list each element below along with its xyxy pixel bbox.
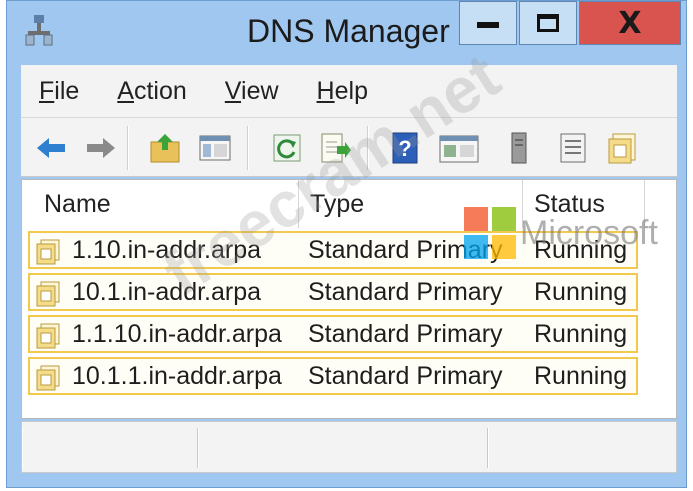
zone-icon	[36, 239, 60, 265]
close-icon: X	[618, 5, 642, 41]
properties-icon[interactable]	[437, 130, 481, 166]
svg-text:?: ?	[398, 136, 411, 161]
forward-icon[interactable]	[83, 130, 119, 166]
maximize-button[interactable]	[519, 1, 577, 45]
dns-manager-app-icon	[25, 15, 53, 46]
help-icon[interactable]: ?	[387, 130, 423, 166]
show-hide-tree-icon[interactable]	[197, 130, 233, 166]
toolbar-separator	[127, 126, 129, 170]
zone-type: Standard Primary	[308, 320, 503, 348]
zone-status: Running	[534, 362, 628, 390]
export-list-icon[interactable]	[317, 130, 353, 166]
zone-name: 1.10.in-addr.arpa	[72, 236, 262, 264]
menu-view[interactable]: View	[225, 77, 279, 106]
close-button[interactable]: X	[579, 1, 681, 45]
microsoft-logo-watermark	[464, 207, 516, 259]
minimize-button[interactable]	[459, 1, 517, 45]
menu-bar: File Action View Help	[21, 65, 677, 117]
zone-name: 10.1.in-addr.arpa	[72, 278, 262, 306]
status-pane	[488, 428, 677, 468]
status-pane	[22, 428, 198, 468]
back-icon[interactable]	[33, 130, 69, 166]
zone-icon	[36, 281, 60, 307]
toolbar-separator	[367, 126, 369, 170]
list-icon[interactable]	[555, 130, 591, 166]
maximize-icon	[537, 14, 559, 32]
menu-file[interactable]: File	[39, 77, 79, 106]
status-bar	[21, 421, 677, 473]
microsoft-watermark-text: Microsoft	[520, 214, 658, 252]
zone-icon	[36, 365, 60, 391]
menu-help[interactable]: Help	[317, 77, 368, 106]
toolbar: ?	[21, 117, 677, 177]
minimize-icon	[477, 22, 499, 28]
zone-status: Running	[534, 320, 628, 348]
column-header-name[interactable]: Name	[44, 190, 111, 219]
window-title: DNS Manager	[247, 13, 450, 49]
zone-status: Running	[534, 278, 628, 306]
server-icon[interactable]	[507, 130, 531, 166]
toolbar-separator	[247, 126, 249, 170]
column-divider[interactable]	[298, 180, 299, 228]
zone-icon	[36, 323, 60, 349]
table-row[interactable]: 1.1.10.in-addr.arpa Standard Primary Run…	[28, 315, 638, 353]
status-pane	[198, 428, 488, 468]
zone-name: 10.1.1.in-addr.arpa	[72, 362, 282, 390]
up-folder-icon[interactable]	[147, 130, 183, 166]
zone-type: Standard Primary	[308, 278, 503, 306]
table-row[interactable]: 10.1.in-addr.arpa Standard Primary Runni…	[28, 273, 638, 311]
table-row[interactable]: 10.1.1.in-addr.arpa Standard Primary Run…	[28, 357, 638, 395]
column-header-type[interactable]: Type	[310, 190, 364, 219]
menu-action[interactable]: Action	[117, 77, 187, 106]
zone-folder-icon[interactable]	[605, 130, 641, 166]
zone-type: Standard Primary	[308, 362, 503, 390]
title-bar[interactable]: DNS Manager X	[7, 1, 686, 63]
zone-name: 1.1.10.in-addr.arpa	[72, 320, 282, 348]
refresh-icon[interactable]	[269, 130, 305, 166]
